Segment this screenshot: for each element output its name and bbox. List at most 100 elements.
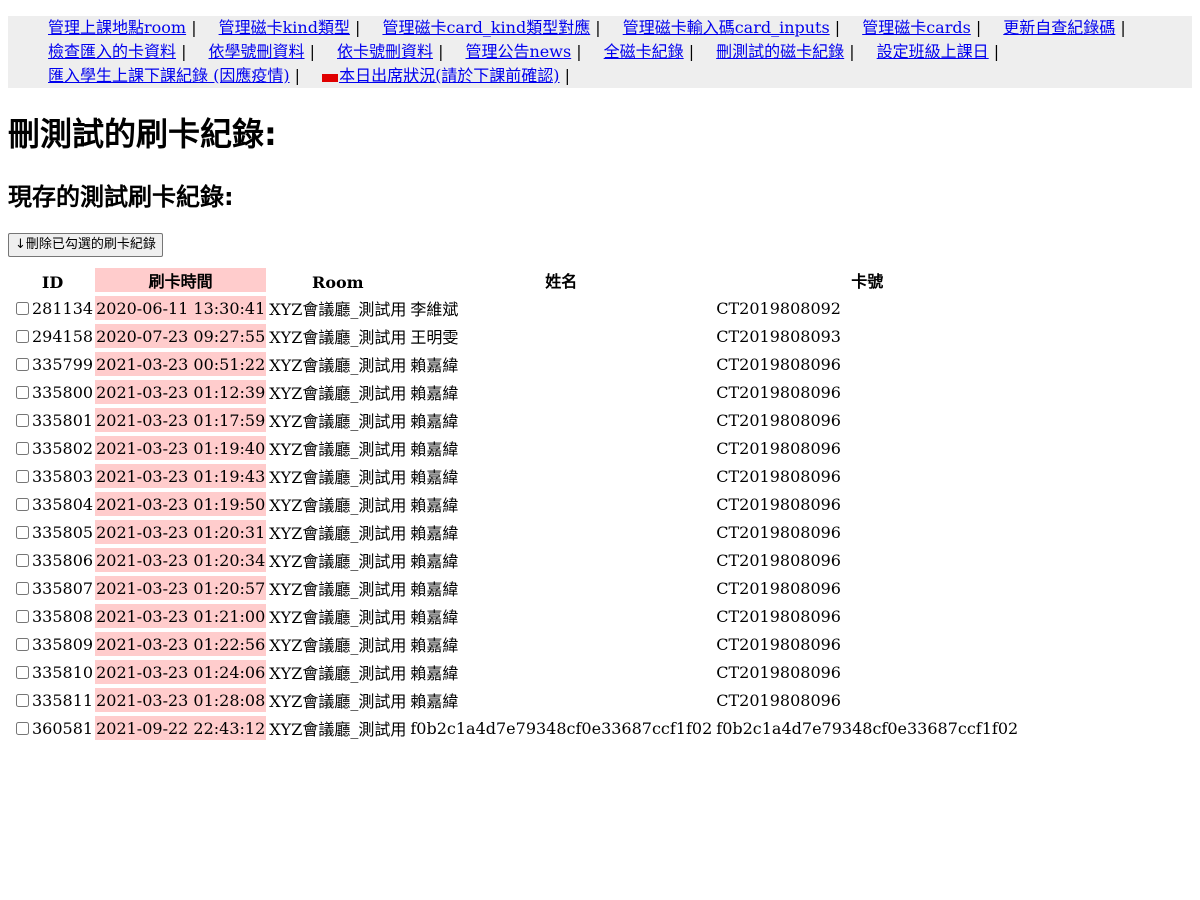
table-row: 335806 2021-03-23 01:20:34 XYZ會議廳_測試用 賴嘉緯 CT… bbox=[12, 548, 1019, 572]
cell-card: CT2019808096 bbox=[716, 690, 841, 710]
nav-delete-test-records[interactable]: 刪測試的磁卡紀錄 bbox=[716, 42, 844, 61]
row-checkbox[interactable] bbox=[16, 525, 29, 539]
cell-id: 335808 bbox=[12, 604, 93, 628]
record-id: 335810 bbox=[32, 662, 94, 682]
row-checkbox[interactable] bbox=[16, 441, 29, 455]
row-checkbox[interactable] bbox=[16, 413, 29, 427]
nav-separator: | bbox=[1120, 18, 1126, 37]
row-checkbox[interactable] bbox=[16, 301, 29, 315]
cell-name: 賴嘉緯 bbox=[410, 552, 459, 571]
new-badge-icon bbox=[322, 73, 339, 82]
cell-name: 賴嘉緯 bbox=[410, 468, 459, 487]
cell-id: 335805 bbox=[12, 520, 93, 544]
cell-time: 2021-03-23 01:22:56 bbox=[95, 632, 267, 656]
row-checkbox[interactable] bbox=[16, 385, 29, 399]
cell-name: 賴嘉緯 bbox=[410, 608, 459, 627]
delete-selected-button[interactable]: ↓刪除已勾選的刷卡紀錄 bbox=[8, 233, 163, 257]
record-id: 335808 bbox=[32, 606, 94, 626]
cell-id: 335802 bbox=[12, 436, 93, 460]
nav-delete-by-student-id[interactable]: 依學號刪資料 bbox=[209, 42, 305, 61]
table-row: 335809 2021-03-23 01:22:56 XYZ會議廳_測試用 賴嘉緯 CT… bbox=[12, 632, 1019, 656]
nav-manage-card-kind[interactable]: 管理磁卡card_kind類型對應 bbox=[382, 18, 590, 37]
nav-set-class-days[interactable]: 設定班級上課日 bbox=[877, 42, 989, 61]
cell-name: 賴嘉緯 bbox=[410, 412, 459, 431]
cell-card: CT2019808096 bbox=[716, 606, 841, 626]
table-header-row: ID 刷卡時間 Room 姓名 卡號 bbox=[12, 268, 1019, 292]
cell-id: 335810 bbox=[12, 660, 93, 684]
cell-name: 賴嘉緯 bbox=[410, 664, 459, 683]
cell-card: CT2019808096 bbox=[716, 662, 841, 682]
cell-card: CT2019808096 bbox=[716, 466, 841, 486]
row-checkbox[interactable] bbox=[16, 497, 29, 511]
table-row: 335807 2021-03-23 01:20:57 XYZ會議廳_測試用 賴嘉緯 CT… bbox=[12, 576, 1019, 600]
page-title: 刪測試的刷卡紀錄: bbox=[8, 115, 277, 153]
table-row: 335811 2021-03-23 01:28:08 XYZ會議廳_測試用 賴嘉緯 CT… bbox=[12, 688, 1019, 712]
nav-today-attendance[interactable]: 本日出席狀況(請於下課前確認) bbox=[339, 66, 560, 85]
row-checkbox[interactable] bbox=[16, 609, 29, 623]
table-row: 335803 2021-03-23 01:19:43 XYZ會議廳_測試用 賴嘉緯 CT… bbox=[12, 464, 1019, 488]
table-row: 335800 2021-03-23 01:12:39 XYZ會議廳_測試用 賴嘉緯 CT… bbox=[12, 380, 1019, 404]
cell-room: XYZ會議廳_測試用 bbox=[269, 440, 407, 459]
cell-room: XYZ會議廳_測試用 bbox=[269, 524, 407, 543]
cell-time: 2021-03-23 01:21:00 bbox=[95, 604, 267, 628]
nav-manage-card-inputs[interactable]: 管理磁卡輸入碼card_inputs bbox=[623, 18, 830, 37]
nav-separator: | bbox=[595, 18, 601, 37]
cell-time: 2021-03-23 01:20:34 bbox=[95, 548, 267, 572]
row-checkbox[interactable] bbox=[16, 665, 29, 679]
record-id: 360581 bbox=[32, 718, 94, 738]
section-title: 現存的測試刷卡紀錄: bbox=[8, 183, 234, 211]
cell-id: 335809 bbox=[12, 632, 93, 656]
cell-card: CT2019808096 bbox=[716, 578, 841, 598]
cell-time: 2021-03-23 01:19:43 bbox=[95, 464, 267, 488]
cell-time: 2021-03-23 01:19:50 bbox=[95, 492, 267, 516]
row-checkbox[interactable] bbox=[16, 553, 29, 567]
nav-manage-room[interactable]: 管理上課地點room bbox=[48, 18, 186, 37]
cell-time: 2021-09-22 22:43:12 bbox=[95, 716, 267, 740]
cell-card: CT2019808096 bbox=[716, 354, 841, 374]
cell-id: 294158 bbox=[12, 324, 93, 348]
record-id: 335802 bbox=[32, 438, 94, 458]
nav-check-imported[interactable]: 檢查匯入的卡資料 bbox=[48, 42, 176, 61]
cell-time: 2021-03-23 01:24:06 bbox=[95, 660, 267, 684]
nav-separator: | bbox=[438, 42, 444, 61]
row-checkbox[interactable] bbox=[16, 693, 29, 707]
cell-card: f0b2c1a4d7e79348cf0e33687ccf1f02 bbox=[716, 718, 1019, 738]
row-checkbox[interactable] bbox=[16, 721, 29, 735]
cell-id: 335811 bbox=[12, 688, 93, 712]
cell-time: 2021-03-23 01:28:08 bbox=[95, 688, 267, 712]
nav-separator: | bbox=[564, 66, 571, 85]
cell-time: 2021-03-23 01:19:40 bbox=[95, 436, 267, 460]
header-id: ID bbox=[41, 273, 64, 292]
row-checkbox[interactable] bbox=[16, 637, 29, 651]
row-checkbox[interactable] bbox=[16, 329, 29, 343]
record-id: 335803 bbox=[32, 466, 94, 486]
nav-import-attendance[interactable]: 匯入學生上課下課紀錄 (因應疫情) bbox=[48, 66, 290, 85]
cell-time: 2020-07-23 09:27:55 bbox=[95, 324, 267, 348]
row-checkbox[interactable] bbox=[16, 469, 29, 483]
record-id: 335806 bbox=[32, 550, 94, 570]
cell-id: 335799 bbox=[12, 352, 93, 376]
nav-manage-news[interactable]: 管理公告news bbox=[466, 42, 572, 61]
cell-card: CT2019808093 bbox=[716, 326, 841, 346]
nav-separator: | bbox=[576, 42, 582, 61]
header-card: 卡號 bbox=[851, 272, 884, 291]
cell-id: 335800 bbox=[12, 380, 93, 404]
nav-all-card-records[interactable]: 全磁卡紀錄 bbox=[604, 42, 684, 61]
cell-room: XYZ會議廳_測試用 bbox=[269, 412, 407, 431]
nav-separator: | bbox=[294, 66, 301, 85]
table-row: 335804 2021-03-23 01:19:50 XYZ會議廳_測試用 賴嘉緯 CT… bbox=[12, 492, 1019, 516]
cell-id: 335801 bbox=[12, 408, 93, 432]
nav-update-check-code[interactable]: 更新自查紀錄碼 bbox=[1003, 18, 1115, 37]
cell-room: XYZ會議廳_測試用 bbox=[269, 636, 407, 655]
row-checkbox[interactable] bbox=[16, 581, 29, 595]
cell-room: XYZ會議廳_測試用 bbox=[269, 692, 407, 711]
row-checkbox[interactable] bbox=[16, 357, 29, 371]
nav-manage-kind[interactable]: 管理磁卡kind類型 bbox=[219, 18, 350, 37]
nav-delete-by-card-no[interactable]: 依卡號刪資料 bbox=[337, 42, 433, 61]
nav-separator: | bbox=[355, 18, 361, 37]
nav-separator: | bbox=[309, 42, 315, 61]
nav-manage-cards[interactable]: 管理磁卡cards bbox=[862, 18, 971, 37]
record-id: 335801 bbox=[32, 410, 94, 430]
nav-line-3: 匯入學生上課下課紀錄 (因應疫情) | 本日出席狀況(請於下課前確認) | bbox=[48, 64, 570, 88]
cell-room: XYZ會議廳_測試用 bbox=[269, 664, 407, 683]
